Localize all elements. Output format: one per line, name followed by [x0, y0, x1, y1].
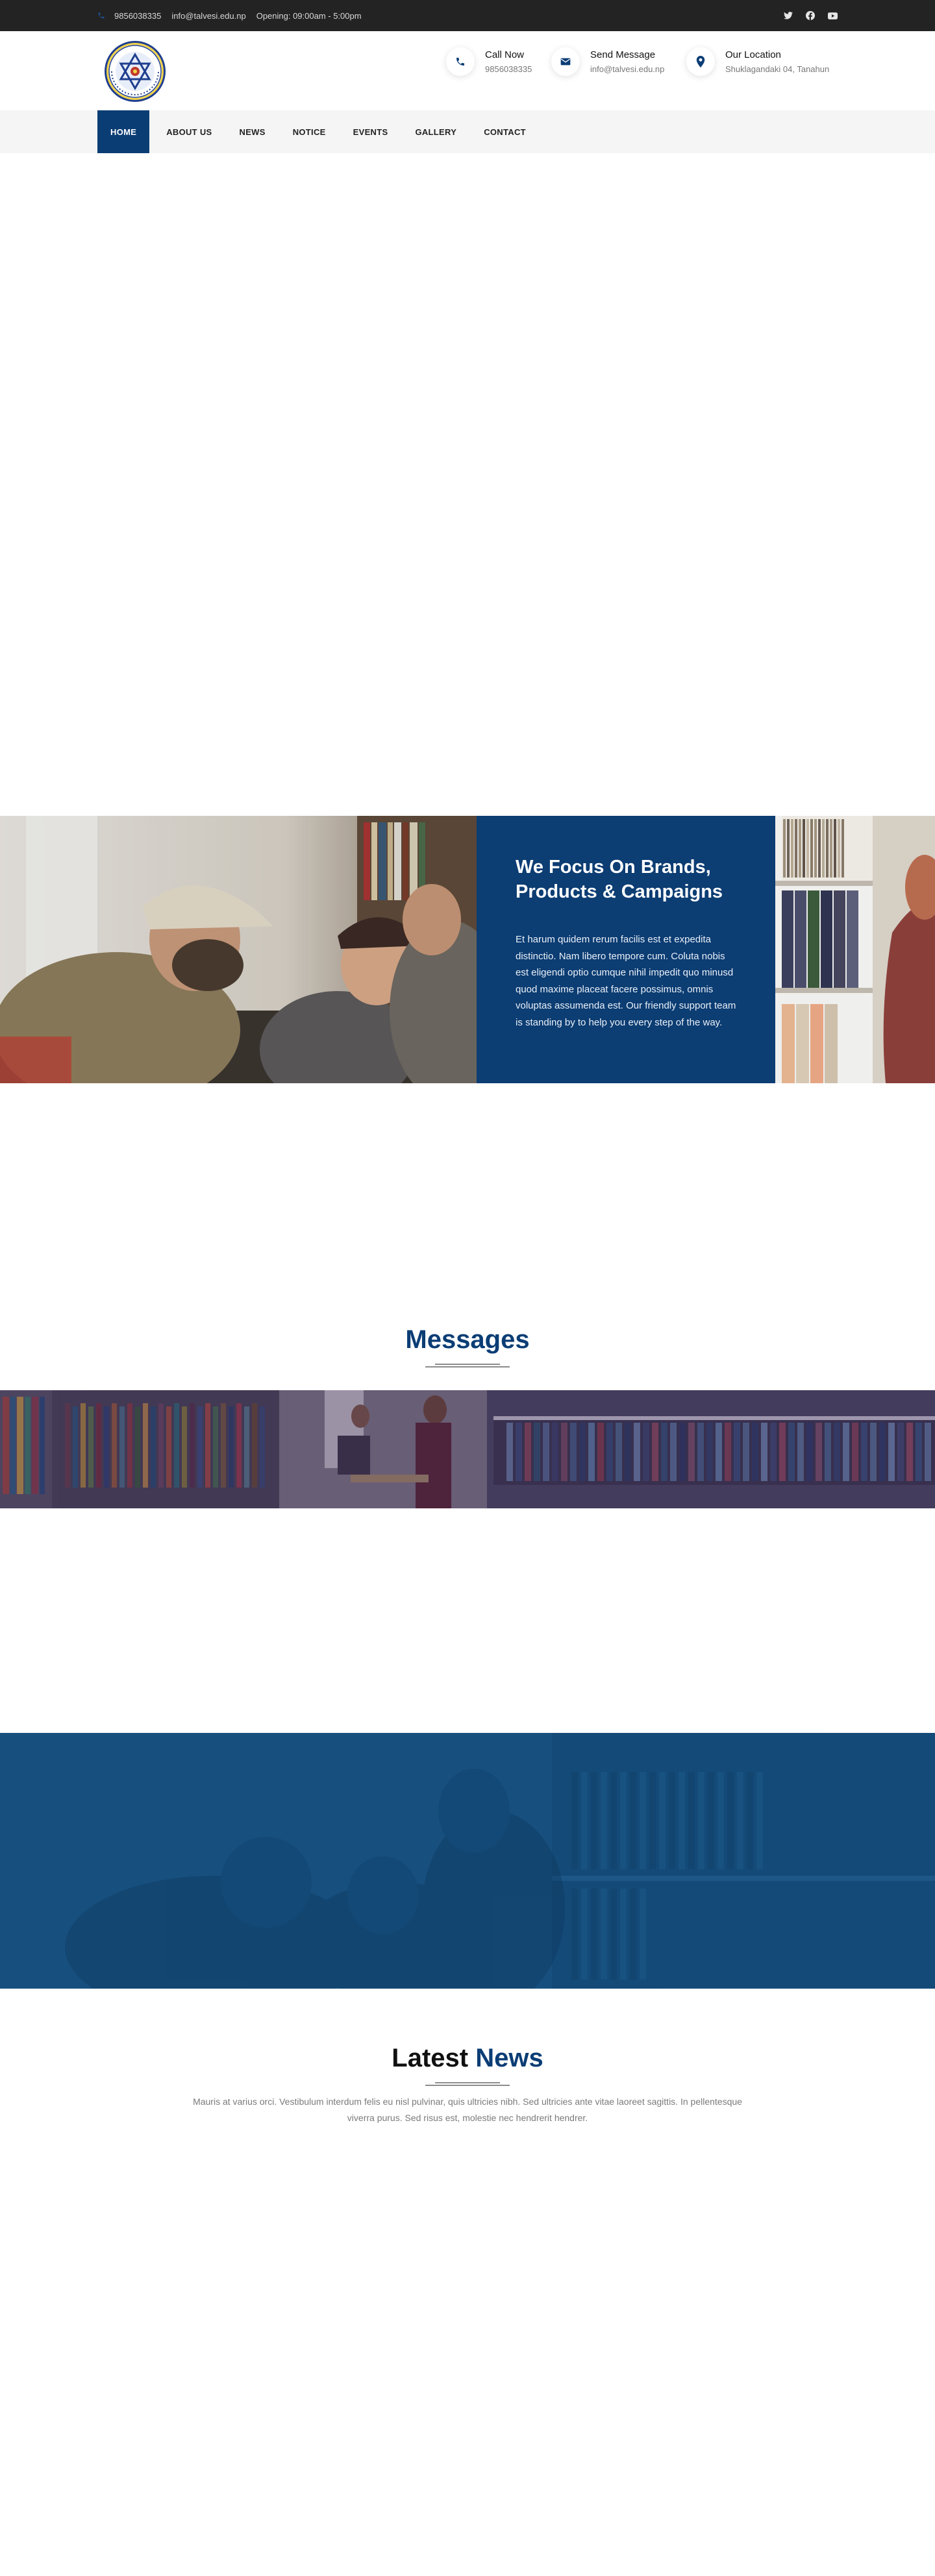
nav-item-home[interactable]: HOME — [97, 110, 150, 153]
top-bar: 9856038335 info@talvesi.edu.np Opening: … — [0, 0, 935, 31]
envelope-icon — [551, 47, 580, 76]
news-description: Mauris at varius orci. Vestibulum interd… — [193, 2096, 742, 2123]
news-divider — [425, 2082, 510, 2086]
top-bar-info: 9856038335 info@talvesi.edu.np Opening: … — [97, 0, 362, 31]
feature-panel: We Focus On Brands, Products & Campaigns… — [477, 816, 775, 1083]
phone-small-icon — [97, 12, 105, 19]
news-title-part-1: Latest — [392, 2044, 469, 2072]
contact-message-value: info@talvesi.edu.np — [590, 64, 665, 74]
opening-hours: Opening: 09:00am - 5:00pm — [256, 10, 362, 21]
map-pin-icon — [686, 47, 715, 76]
nav-item-notice[interactable]: NOTICE — [279, 110, 340, 153]
nav-item-gallery[interactable]: GALLERY — [401, 110, 470, 153]
messages-divider — [425, 1364, 510, 1368]
nav-item-events[interactable]: EVENTS — [340, 110, 402, 153]
team-banner — [0, 1733, 935, 1989]
students-photo — [0, 816, 506, 1083]
contact-location-title: Our Location — [725, 49, 781, 60]
social-links — [783, 0, 838, 31]
feature-section: We Focus On Brands, Products & Campaigns… — [0, 816, 935, 1083]
nav-item-contact[interactable]: CONTACT — [470, 110, 540, 153]
contact-message[interactable]: Send Message info@talvesi.edu.np — [551, 47, 664, 76]
nav-item-about-us[interactable]: ABOUT US — [153, 110, 225, 153]
news-title-part-2: News — [475, 2044, 543, 2072]
contact-location[interactable]: Our Location Shuklagandaki 04, Tanahun — [686, 47, 829, 76]
contact-call-title: Call Now — [485, 49, 525, 60]
contact-location-value: Shuklagandaki 04, Tanahun — [725, 64, 830, 74]
library-shelf-photo — [775, 816, 935, 1083]
feature-text: Et harum quidem rerum facilis est et exp… — [516, 934, 736, 1028]
facebook-icon[interactable] — [805, 10, 816, 21]
main-nav: HOME ABOUT US NEWS NOTICE EVENTS GALLERY… — [0, 110, 935, 153]
messages-title: Messages — [405, 1325, 530, 1354]
top-email[interactable]: info@talvesi.edu.np — [171, 11, 245, 21]
phone-icon — [446, 47, 475, 76]
twitter-icon[interactable] — [783, 10, 793, 21]
feature-title: We Focus On Brands, Products & Campaigns — [516, 857, 723, 902]
site-header: Call Now 9856038335 Send Message info@ta… — [0, 31, 935, 110]
contact-message-title: Send Message — [590, 49, 656, 60]
top-phone[interactable]: 9856038335 — [114, 11, 161, 21]
school-logo[interactable] — [104, 40, 166, 103]
contact-call-value: 9856038335 — [485, 64, 532, 74]
news-title: Latest News — [0, 2044, 935, 2073]
nav-item-news[interactable]: NEWS — [226, 110, 279, 153]
contact-call[interactable]: Call Now 9856038335 — [446, 47, 532, 76]
youtube-icon[interactable] — [827, 10, 838, 21]
library-banner — [0, 1390, 935, 1508]
